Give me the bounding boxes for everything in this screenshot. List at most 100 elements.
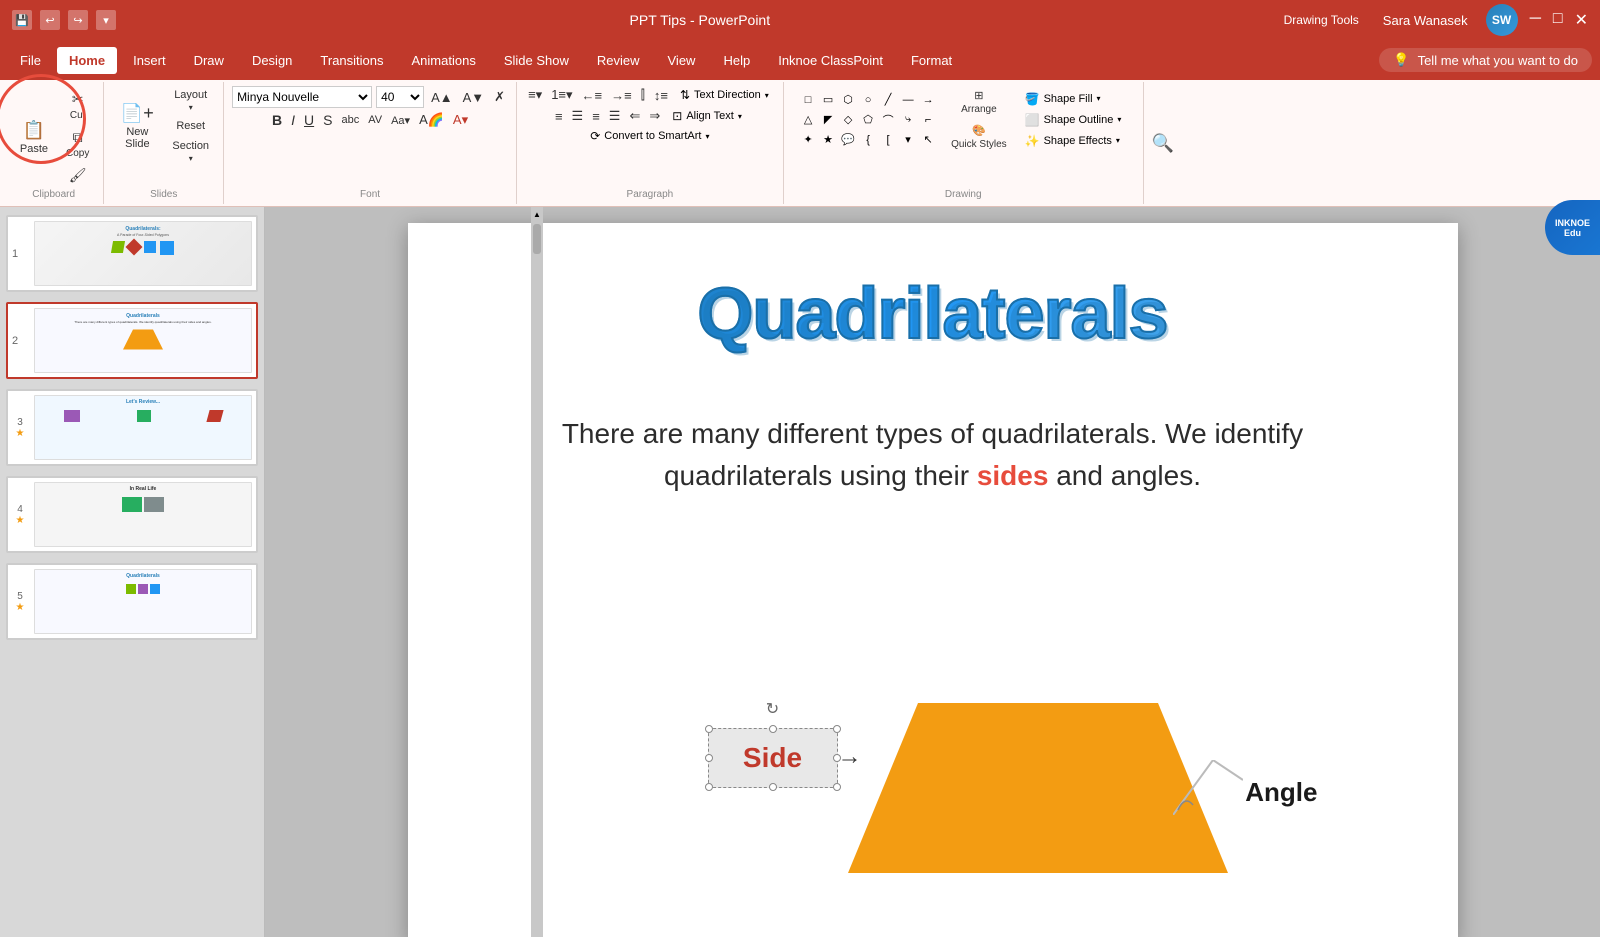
menu-home[interactable]: Home	[57, 47, 117, 74]
titlebar-right[interactable]: Drawing Tools Sara Wanasek SW ─ □ ✕	[1284, 4, 1588, 36]
shape-callout[interactable]: 💬	[839, 131, 857, 149]
paste-button[interactable]: 📋 Paste	[12, 108, 56, 168]
user-avatar[interactable]: SW	[1486, 4, 1518, 36]
redo-icon[interactable]: ↪	[68, 10, 88, 30]
font-size-select[interactable]: 40	[376, 86, 424, 108]
shape-diamond[interactable]: ◇	[839, 111, 857, 129]
minimize-icon[interactable]: ─	[1530, 10, 1541, 30]
handle-tl[interactable]	[705, 725, 713, 733]
handle-ml[interactable]	[705, 754, 713, 762]
vertical-scrollbar[interactable]: ▲	[531, 207, 543, 937]
shape-rounded-rect[interactable]: ▭	[819, 91, 837, 109]
decrease-font-button[interactable]: A▼	[460, 89, 488, 106]
slide-thumb-2[interactable]: 2 Quadrilaterals There are many differen…	[6, 302, 258, 379]
justify-button[interactable]: ☰	[606, 107, 624, 125]
shape-connector[interactable]: ⤷	[899, 111, 917, 129]
shape-snip-rect[interactable]: ⬡	[839, 91, 857, 109]
shape-brace[interactable]: {	[859, 131, 877, 149]
shape-extra1[interactable]: ↖	[919, 131, 937, 149]
handle-bl[interactable]	[705, 783, 713, 791]
handle-bc[interactable]	[769, 783, 777, 791]
arrange-button[interactable]: ⊞ Arrange	[945, 86, 1013, 118]
titlebar-left[interactable]: 💾 ↩ ↪ ▾	[12, 10, 116, 30]
font-name-select[interactable]: Minya Nouvelle	[232, 86, 372, 108]
rtl-button[interactable]: ⇐	[626, 107, 643, 125]
underline-button[interactable]: U	[301, 111, 317, 129]
rotate-handle[interactable]: ↻	[766, 699, 779, 719]
slide-thumb-5[interactable]: 5★ Quadrilaterals	[6, 563, 258, 640]
scroll-thumb[interactable]	[533, 224, 541, 254]
convert-smartart-button[interactable]: ⟳ Convert to SmartArt ▾	[584, 127, 715, 145]
customize-icon[interactable]: ▾	[96, 10, 116, 30]
shape-curve[interactable]: ⌒	[879, 111, 897, 129]
char-spacing-button[interactable]: AV	[365, 113, 385, 127]
ltr-button[interactable]: ⇒	[646, 107, 663, 125]
align-center-button[interactable]: ☰	[569, 107, 587, 125]
shape-bracket[interactable]: [	[879, 131, 897, 149]
shape-circle[interactable]: ○	[859, 91, 877, 109]
shape-rect[interactable]: □	[799, 91, 817, 109]
slide-thumb-3[interactable]: 3★ Let's Review...	[6, 389, 258, 466]
shape-triangle[interactable]: △	[799, 111, 817, 129]
reset-button[interactable]: Reset	[166, 117, 215, 135]
close-icon[interactable]: ✕	[1575, 10, 1588, 30]
italic-button[interactable]: I	[288, 111, 298, 129]
shape-effects-button[interactable]: ✨ Shape Effects ▾	[1019, 132, 1128, 150]
bullets-button[interactable]: ≡▾	[525, 86, 545, 104]
slide-thumb-4[interactable]: 4★ In Real Life	[6, 476, 258, 553]
shape-line1[interactable]: ╱	[879, 91, 897, 109]
scroll-up-button[interactable]: ▲	[530, 207, 544, 222]
clear-format-button[interactable]: ✗	[491, 88, 508, 106]
inknoe-badge[interactable]: INKNOE Edu	[1545, 207, 1600, 255]
slide-thumb-1[interactable]: 1 Quadrilaterals: A Parade of Four-Sided…	[6, 215, 258, 292]
menu-insert[interactable]: Insert	[121, 47, 178, 74]
increase-indent-button[interactable]: →≡	[608, 87, 635, 104]
menu-review[interactable]: Review	[585, 47, 652, 74]
columns-button[interactable]: ⫿	[638, 86, 648, 104]
decrease-indent-button[interactable]: ←≡	[579, 87, 606, 104]
shape-rtriangle[interactable]: ◤	[819, 111, 837, 129]
new-slide-button[interactable]: 📄+ New Slide	[112, 96, 162, 156]
menu-draw[interactable]: Draw	[182, 47, 236, 74]
undo-icon[interactable]: ↩	[40, 10, 60, 30]
highlight-color-button[interactable]: A🌈	[416, 111, 447, 129]
text-direction-button[interactable]: ⇅ Text Direction ▾	[674, 86, 775, 104]
font-color-button[interactable]: A▾	[450, 111, 471, 129]
numbering-button[interactable]: 1≡▾	[548, 86, 575, 104]
maximize-icon[interactable]: □	[1553, 10, 1563, 30]
menu-help[interactable]: Help	[711, 47, 762, 74]
menu-slideshow[interactable]: Slide Show	[492, 47, 581, 74]
menu-animations[interactable]: Animations	[400, 47, 488, 74]
bold-button[interactable]: B	[269, 111, 285, 129]
copy-button[interactable]: ⧉ Copy	[60, 126, 95, 162]
layout-button[interactable]: Layout ▾	[166, 86, 215, 115]
canvas-area[interactable]: ▲ Quadrilaterals There are many differen…	[265, 207, 1600, 937]
shape-fill-button[interactable]: 🪣 Shape Fill ▾	[1019, 90, 1128, 108]
align-left-button[interactable]: ≡	[552, 108, 566, 125]
menu-format[interactable]: Format	[899, 47, 964, 74]
strikethrough-button[interactable]: abc	[338, 113, 362, 127]
cut-button[interactable]: ✂ Cut	[60, 88, 95, 124]
menu-inknoe[interactable]: Inknoe ClassPoint	[766, 47, 895, 74]
shape-line2[interactable]: —	[899, 91, 917, 109]
tell-me-bar[interactable]: 💡 Tell me what you want to do	[1379, 48, 1592, 72]
menu-file[interactable]: File	[8, 47, 53, 74]
shape-elbow[interactable]: ⌐	[919, 111, 937, 129]
menu-design[interactable]: Design	[240, 47, 304, 74]
window-controls[interactable]: ─ □ ✕	[1530, 10, 1588, 30]
format-painter-button[interactable]: 🖌	[60, 164, 95, 187]
shape-outline-button[interactable]: ⬜ Shape Outline ▾	[1019, 111, 1128, 129]
search-icon[interactable]: 🔍	[1152, 133, 1174, 154]
shape-pentagon[interactable]: ⬠	[859, 111, 877, 129]
section-button[interactable]: Section ▾	[166, 137, 215, 166]
save-icon[interactable]: 💾	[12, 10, 32, 30]
align-text-button[interactable]: ⊡ Align Text ▾	[666, 107, 748, 125]
change-case-button[interactable]: Aa▾	[388, 113, 413, 128]
shape-star5[interactable]: ★	[819, 131, 837, 149]
handle-tc[interactable]	[769, 725, 777, 733]
quick-styles-button[interactable]: 🎨 Quick Styles	[945, 121, 1013, 153]
shape-arrow[interactable]: →	[919, 91, 937, 109]
increase-font-button[interactable]: A▲	[428, 89, 456, 106]
menu-transitions[interactable]: Transitions	[308, 47, 395, 74]
shape-more[interactable]: ▾	[899, 131, 917, 149]
